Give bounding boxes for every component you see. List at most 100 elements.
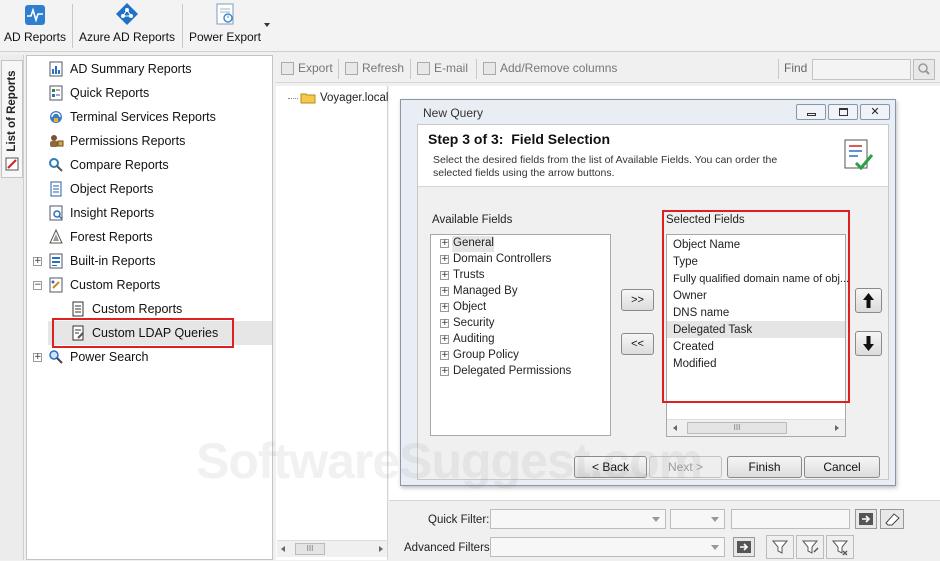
add-remove-columns-button[interactable]: Add/Remove columns <box>483 61 617 75</box>
finish-button[interactable]: Finish <box>727 456 802 478</box>
expand-power-search-icon[interactable]: + <box>33 353 42 362</box>
available-field-group-policy[interactable]: + Group Policy <box>440 349 519 361</box>
clear-filter-button[interactable] <box>826 535 854 559</box>
advanced-filter-select[interactable] <box>490 537 725 557</box>
power-export-label: Power Export <box>188 30 262 44</box>
power-export-dropdown-icon[interactable] <box>264 23 270 27</box>
minimize-button[interactable] <box>796 104 826 120</box>
available-field-security[interactable]: + Security <box>440 317 495 329</box>
forest-icon <box>49 229 63 244</box>
summary-report-icon <box>49 61 63 77</box>
search-icon <box>918 63 930 75</box>
domain-tree-hscrollbar[interactable]: III <box>277 540 387 557</box>
list-of-reports-label: List of Reports <box>6 70 18 152</box>
power-export-button[interactable]: Power Export <box>188 0 262 50</box>
scroll-right-icon[interactable] <box>835 425 839 431</box>
export-button[interactable]: Export <box>281 61 333 75</box>
tree-item-object-reports[interactable]: Object Reports <box>48 179 153 199</box>
move-down-button[interactable] <box>855 331 882 356</box>
power-export-icon <box>216 3 234 25</box>
available-field-domain-controllers[interactable]: + Domain Controllers <box>440 253 551 265</box>
advanced-filters-label: Advanced Filters: <box>404 542 493 554</box>
domain-node[interactable]: Voyager.local <box>288 92 388 104</box>
available-field-delegated-permissions[interactable]: + Delegated Permissions <box>440 365 571 377</box>
apply-quick-filter-button[interactable] <box>855 509 877 529</box>
field-label: Group Policy <box>453 349 519 361</box>
tree-item-label: Permissions Reports <box>70 134 186 148</box>
collapse-custom-reports-icon[interactable]: − <box>33 281 42 290</box>
available-field-managed-by[interactable]: + Managed By <box>440 285 518 297</box>
edit-filter-button[interactable] <box>796 535 824 559</box>
custom-report-icon <box>49 277 63 293</box>
tree-item-ad-summary-reports[interactable]: AD Summary Reports <box>48 59 192 79</box>
expand-icon[interactable]: + <box>440 286 449 296</box>
available-field-trusts[interactable]: + Trusts <box>440 269 485 281</box>
remove-field-button[interactable]: << <box>621 333 654 355</box>
quick-filter-operator-select[interactable] <box>670 509 725 529</box>
reports-tab-icon <box>5 157 19 171</box>
maximize-icon <box>839 108 848 116</box>
filter-icon <box>771 540 789 554</box>
tree-item-forest-reports[interactable]: Forest Reports <box>48 227 153 247</box>
scroll-right-icon[interactable] <box>379 546 383 552</box>
find-search-button[interactable] <box>913 59 935 80</box>
clear-quick-filter-button[interactable] <box>880 509 904 529</box>
minimize-icon <box>807 113 816 116</box>
insight-icon <box>49 205 63 221</box>
apply-advanced-filter-button[interactable] <box>733 537 755 557</box>
available-field-general[interactable]: + General <box>440 237 494 249</box>
tree-item-insight-reports[interactable]: Insight Reports <box>48 203 154 223</box>
expand-icon[interactable]: + <box>440 334 449 344</box>
expand-icon[interactable]: + <box>440 366 449 376</box>
quick-filter-label: Quick Filter: <box>428 514 490 526</box>
expand-icon[interactable]: + <box>440 302 449 312</box>
tree-item-custom-reports[interactable]: Custom Reports <box>48 275 160 295</box>
cancel-button[interactable]: Cancel <box>804 456 880 478</box>
expand-icon[interactable]: + <box>440 254 449 264</box>
refresh-button[interactable]: Refresh <box>345 61 404 75</box>
tree-item-permissions-reports[interactable]: Permissions Reports <box>48 131 185 151</box>
compare-icon <box>49 158 63 172</box>
close-button[interactable]: ✕ <box>860 104 890 120</box>
tree-item-quick-reports[interactable]: Quick Reports <box>48 83 149 103</box>
field-label: Domain Controllers <box>453 253 552 265</box>
arrow-down-icon <box>863 336 874 351</box>
filter-button[interactable] <box>766 535 794 559</box>
quick-report-icon <box>49 85 63 101</box>
list-of-reports-tab[interactable]: List of Reports <box>1 60 23 178</box>
tree-item-compare-reports[interactable]: Compare Reports <box>48 155 169 175</box>
azure-ad-icon <box>116 3 138 25</box>
move-up-button[interactable] <box>855 288 882 313</box>
tree-item-builtin-reports[interactable]: Built-in Reports <box>48 251 155 271</box>
available-fields-label: Available Fields <box>432 214 513 226</box>
field-label: Object <box>453 301 487 313</box>
scroll-left-icon[interactable] <box>673 425 677 431</box>
tree-item-power-search[interactable]: Power Search <box>48 347 149 367</box>
expand-icon[interactable]: + <box>440 238 449 248</box>
arrow-right-icon <box>737 541 751 553</box>
maximize-button[interactable] <box>828 104 858 120</box>
scroll-thumb[interactable]: III <box>295 543 325 555</box>
add-field-button[interactable]: >> <box>621 289 654 311</box>
email-button[interactable]: E-mail <box>417 61 468 75</box>
toolbar-separator <box>72 4 73 48</box>
available-field-auditing[interactable]: + Auditing <box>440 333 495 345</box>
filter-edit-icon <box>801 540 819 554</box>
tree-item-label: Quick Reports <box>70 86 150 100</box>
expand-builtin-reports-icon[interactable]: + <box>33 257 42 266</box>
ad-reports-label: AD Reports <box>3 30 67 44</box>
expand-icon[interactable]: + <box>440 350 449 360</box>
available-field-object[interactable]: + Object <box>440 301 486 313</box>
azure-ad-reports-button[interactable]: Azure AD Reports <box>78 0 176 50</box>
expand-icon[interactable]: + <box>440 270 449 280</box>
quick-filter-value-input[interactable] <box>731 509 850 529</box>
selected-fields-highlight-box <box>662 210 850 403</box>
tree-item-custom-reports-child[interactable]: Custom Reports <box>70 299 182 319</box>
expand-icon[interactable]: + <box>440 318 449 328</box>
quick-filter-field-select[interactable] <box>490 509 666 529</box>
find-input[interactable] <box>812 59 911 80</box>
scroll-left-icon[interactable] <box>281 546 285 552</box>
ad-reports-button[interactable]: AD Reports <box>2 0 68 50</box>
tree-item-label: Object Reports <box>70 182 154 196</box>
tree-item-terminal-services-reports[interactable]: Terminal Services Reports <box>48 107 216 127</box>
